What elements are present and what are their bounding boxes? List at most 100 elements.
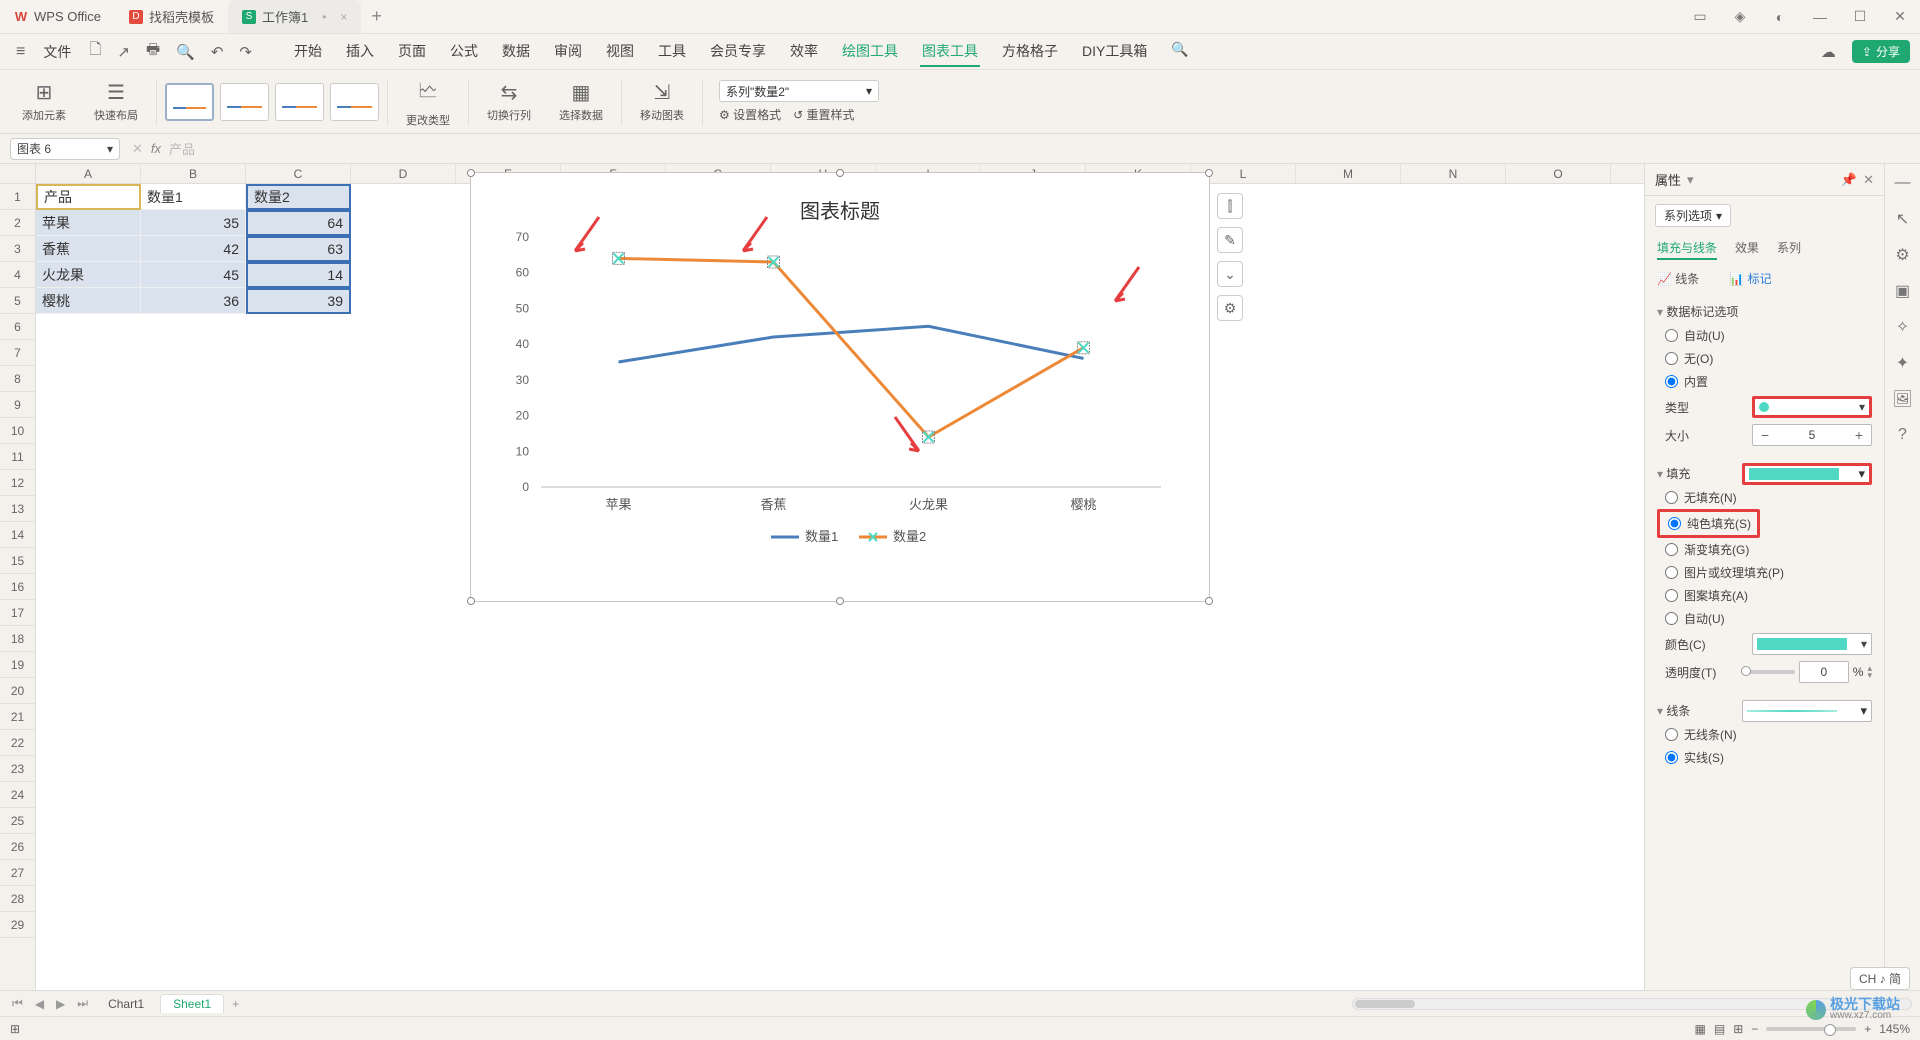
tab-grid[interactable]: 方格格子 bbox=[1000, 37, 1060, 67]
sheet-tab-chart1[interactable]: Chart1 bbox=[96, 995, 156, 1013]
cell[interactable]: 35 bbox=[141, 210, 246, 236]
sub-tab-marker[interactable]: 📊 标记 bbox=[1729, 270, 1771, 287]
chart-elements-button[interactable]: ⫿ bbox=[1217, 193, 1243, 219]
rail-help-icon[interactable]: ? bbox=[1892, 424, 1914, 446]
radio-fill-gradient[interactable]: 渐变填充(G) bbox=[1657, 538, 1872, 561]
row-header[interactable]: 11 bbox=[0, 444, 35, 470]
row-header[interactable]: 5 bbox=[0, 288, 35, 314]
line-preview-select[interactable]: ▾ bbox=[1742, 700, 1872, 722]
sheet-nav-first[interactable]: ⏮ bbox=[8, 996, 27, 1011]
pin-icon[interactable]: 📌 bbox=[1841, 172, 1857, 188]
sheet-nav-next[interactable]: ▶ bbox=[52, 997, 69, 1011]
resize-handle[interactable] bbox=[836, 169, 844, 177]
cell[interactable]: 14 bbox=[246, 262, 351, 288]
cell[interactable]: 产品 bbox=[36, 184, 141, 210]
row-header[interactable]: 28 bbox=[0, 886, 35, 912]
series-options-dropdown[interactable]: 系列选项 ▾ bbox=[1655, 204, 1731, 227]
reset-style-button[interactable]: ↺ 重置样式 bbox=[793, 106, 854, 123]
resize-handle[interactable] bbox=[467, 597, 475, 605]
save-icon[interactable]: 🗋 bbox=[83, 39, 107, 64]
close-tab-icon[interactable]: × bbox=[340, 10, 347, 24]
zoom-value[interactable]: 145% bbox=[1879, 1022, 1910, 1036]
row-header[interactable]: 15 bbox=[0, 548, 35, 574]
section-marker-options[interactable]: 数据标记选项 bbox=[1657, 303, 1872, 320]
chart-style-button[interactable]: ✎ bbox=[1217, 227, 1243, 253]
resize-handle[interactable] bbox=[1205, 597, 1213, 605]
sheet[interactable]: ABCDEFGHIJKLMNO 123456789101112131415161… bbox=[0, 164, 1644, 990]
share-button[interactable]: ⇪ 分享 bbox=[1852, 40, 1910, 63]
quick-layout-button[interactable]: ☰ 快速布局 bbox=[84, 80, 148, 123]
tab-insert[interactable]: 插入 bbox=[344, 37, 376, 67]
tab-templates[interactable]: D 找稻壳模板 bbox=[115, 0, 228, 33]
tab-draw[interactable]: 绘图工具 bbox=[840, 37, 900, 67]
cancel-icon[interactable]: ✕ bbox=[132, 141, 143, 157]
close-panel-icon[interactable]: ✕ bbox=[1863, 172, 1874, 188]
row-header[interactable]: 29 bbox=[0, 912, 35, 938]
name-box[interactable]: 图表 6 ▾ bbox=[10, 138, 120, 160]
rail-effects-icon[interactable]: ✦ bbox=[1892, 352, 1914, 374]
cell[interactable]: 苹果 bbox=[36, 210, 141, 236]
cell[interactable]: 42 bbox=[141, 236, 246, 262]
row-header[interactable]: 17 bbox=[0, 600, 35, 626]
style-thumb-4[interactable] bbox=[330, 83, 379, 121]
tab-member[interactable]: 会员专享 bbox=[708, 37, 768, 67]
select-all-corner[interactable] bbox=[0, 164, 36, 184]
row-headers[interactable]: 1234567891011121314151617181920212223242… bbox=[0, 184, 36, 990]
section-fill[interactable]: 填充 bbox=[1657, 465, 1742, 482]
zoom-out-button[interactable]: − bbox=[1751, 1022, 1758, 1036]
row-header[interactable]: 12 bbox=[0, 470, 35, 496]
add-sheet-button[interactable]: + bbox=[228, 997, 243, 1011]
rail-style-icon[interactable]: ✧ bbox=[1892, 316, 1914, 338]
rail-collapse-icon[interactable]: — bbox=[1892, 172, 1914, 194]
row-header[interactable]: 16 bbox=[0, 574, 35, 600]
sheet-tab-sheet1[interactable]: Sheet1 bbox=[160, 994, 224, 1013]
view-normal-icon[interactable]: ▦ bbox=[1695, 1022, 1706, 1036]
add-tab-button[interactable]: + bbox=[361, 6, 392, 27]
select-data-button[interactable]: ▦ 选择数据 bbox=[549, 80, 613, 123]
row-header[interactable]: 24 bbox=[0, 782, 35, 808]
tab-eff[interactable]: 效率 bbox=[788, 37, 820, 67]
set-format-button[interactable]: ⚙ 设置格式 bbox=[719, 106, 781, 123]
col-header[interactable]: B bbox=[141, 164, 246, 183]
move-chart-button[interactable]: ⇲ 移动图表 bbox=[630, 80, 694, 123]
increment-button[interactable]: + bbox=[1847, 426, 1871, 444]
sub-tab-line[interactable]: 📈 线条 bbox=[1657, 270, 1699, 287]
row-header[interactable]: 22 bbox=[0, 730, 35, 756]
row-header[interactable]: 1 bbox=[0, 184, 35, 210]
radio-fill-auto[interactable]: 自动(U) bbox=[1657, 607, 1872, 630]
view-break-icon[interactable]: ⊞ bbox=[1733, 1022, 1743, 1036]
sheet-nav-last[interactable]: ⏭ bbox=[73, 996, 92, 1011]
row-header[interactable]: 2 bbox=[0, 210, 35, 236]
row-header[interactable]: 18 bbox=[0, 626, 35, 652]
row-header[interactable]: 8 bbox=[0, 366, 35, 392]
decrement-button[interactable]: − bbox=[1753, 426, 1777, 444]
col-header[interactable]: M bbox=[1296, 164, 1401, 183]
switch-rowcol-button[interactable]: ⇆ 切换行列 bbox=[477, 80, 541, 123]
ime-indicator[interactable]: CH ♪ 简 bbox=[1850, 967, 1910, 990]
cell[interactable]: 64 bbox=[246, 210, 351, 236]
chart-settings-button[interactable]: ⚙ bbox=[1217, 295, 1243, 321]
row-header[interactable]: 10 bbox=[0, 418, 35, 444]
chart-object[interactable]: 图表标题 010203040506070苹果香蕉火龙果樱桃数量1数量2 ⫿ ✎ … bbox=[470, 172, 1210, 602]
tab-formula[interactable]: 公式 bbox=[448, 37, 480, 67]
window-cube-icon[interactable]: ◈ bbox=[1720, 8, 1760, 25]
tab-diy[interactable]: DIY工具箱 bbox=[1080, 37, 1149, 67]
radio-marker-auto[interactable]: 自动(U) bbox=[1657, 324, 1872, 347]
zoom-in-button[interactable]: + bbox=[1864, 1022, 1871, 1036]
window-compact-icon[interactable]: ▭ bbox=[1680, 8, 1720, 25]
row-header[interactable]: 4 bbox=[0, 262, 35, 288]
row-header[interactable]: 25 bbox=[0, 808, 35, 834]
chart-style-gallery[interactable] bbox=[165, 83, 379, 121]
style-thumb-3[interactable] bbox=[275, 83, 324, 121]
tab-fill-line[interactable]: 填充与线条 bbox=[1657, 239, 1717, 260]
col-header[interactable]: N bbox=[1401, 164, 1506, 183]
radio-fill-picture[interactable]: 图片或纹理填充(P) bbox=[1657, 561, 1872, 584]
tab-view[interactable]: 视图 bbox=[604, 37, 636, 67]
tab-workbook[interactable]: S 工作簿1 • × bbox=[228, 0, 361, 33]
tab-tools[interactable]: 工具 bbox=[656, 37, 688, 67]
tab-start[interactable]: 开始 bbox=[292, 37, 324, 67]
col-header[interactable]: D bbox=[351, 164, 456, 183]
chart-filter-button[interactable]: ⌄ bbox=[1217, 261, 1243, 287]
row-header[interactable]: 6 bbox=[0, 314, 35, 340]
row-header[interactable]: 23 bbox=[0, 756, 35, 782]
